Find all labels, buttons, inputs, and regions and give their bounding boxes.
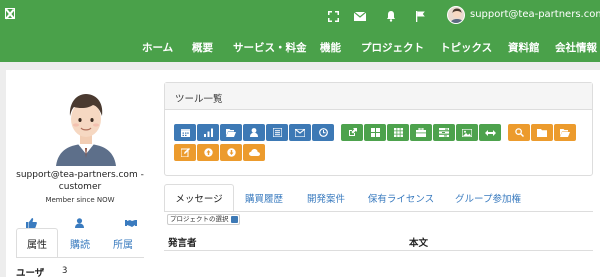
tool-panel: ツール一覧 bbox=[164, 82, 593, 176]
profile-avatar bbox=[46, 86, 126, 166]
list-alt-icon[interactable] bbox=[266, 124, 288, 141]
nav-item-features[interactable]: 機能 bbox=[320, 40, 341, 55]
folder-icon[interactable] bbox=[531, 124, 553, 141]
expand-icon[interactable] bbox=[326, 9, 340, 23]
user-label: ユーザ bbox=[16, 268, 45, 277]
bar-chart-icon[interactable] bbox=[197, 124, 219, 141]
edit-icon[interactable] bbox=[174, 144, 196, 161]
tool-panel-title: ツール一覧 bbox=[175, 94, 223, 105]
cloud-icon[interactable] bbox=[243, 144, 265, 161]
top-header: support@tea-partners.com ホーム 概要 サービス・料金 … bbox=[0, 0, 600, 62]
nav-item-home[interactable]: ホーム bbox=[142, 40, 173, 55]
nav-item-topics[interactable]: トピックス bbox=[440, 40, 492, 55]
main-nav: ホーム 概要 サービス・料金 機能 プロジェクト トピックス 資料館 会社情報 bbox=[0, 40, 600, 56]
tab-affiliations[interactable]: 所属 bbox=[102, 228, 144, 258]
member-since: Member since NOW bbox=[45, 196, 115, 204]
folder-open-icon[interactable] bbox=[554, 124, 576, 141]
picture-icon[interactable] bbox=[456, 124, 478, 141]
arrows-h-icon[interactable] bbox=[479, 124, 501, 141]
th-icon[interactable] bbox=[387, 124, 409, 141]
user-avatar[interactable] bbox=[447, 6, 465, 24]
profile-tabs-divider bbox=[16, 257, 144, 258]
column-header-speaker: 発言者 bbox=[168, 238, 197, 249]
tab-purchase-history[interactable]: 購買履歴 bbox=[236, 184, 292, 212]
tab-group-membership[interactable]: グループ参加権 bbox=[445, 184, 531, 212]
message-tabs: メッセージ 購買履歴 開発案件 保有ライセンス グループ参加権 bbox=[164, 184, 593, 212]
search-icon[interactable] bbox=[508, 124, 530, 141]
nav-item-library[interactable]: 資料館 bbox=[508, 40, 540, 55]
tab-attributes[interactable]: 属性 bbox=[16, 228, 58, 258]
envelope-icon[interactable] bbox=[289, 124, 311, 141]
tab-development-projects[interactable]: 開発案件 bbox=[295, 184, 357, 212]
profile-icon-row bbox=[6, 213, 154, 228]
arrow-circle-down-icon[interactable] bbox=[220, 144, 242, 161]
profile-role: customer bbox=[58, 182, 102, 192]
message-tabs-divider bbox=[164, 211, 593, 212]
column-header-body: 本文 bbox=[409, 238, 429, 249]
calendar-icon[interactable] bbox=[174, 124, 196, 141]
bell-icon[interactable] bbox=[384, 9, 398, 23]
tab-owned-licenses[interactable]: 保有ライセンス bbox=[361, 184, 441, 212]
th-large-icon[interactable] bbox=[364, 124, 386, 141]
user-email-link[interactable]: support@tea-partners.com bbox=[470, 9, 600, 20]
clock-icon[interactable] bbox=[312, 124, 334, 141]
mail-icon[interactable] bbox=[353, 9, 367, 23]
profile-tabs: 属性 購読 所属 bbox=[16, 228, 144, 258]
nav-item-services[interactable]: サービス・料金 bbox=[233, 40, 307, 55]
arrow-circle-up-icon[interactable] bbox=[197, 144, 219, 161]
tab-messages[interactable]: メッセージ bbox=[164, 184, 234, 212]
nav-item-company[interactable]: 会社情報 bbox=[555, 40, 597, 55]
main-panel: support@tea-partners.com - customer Memb… bbox=[6, 70, 600, 277]
profile-email-line: support@tea-partners.com - bbox=[16, 170, 144, 180]
chevron-down-icon bbox=[230, 216, 238, 223]
tool-panel-header: ツール一覧 bbox=[165, 83, 592, 110]
project-select-label: プロジェクトの選択 bbox=[170, 215, 229, 223]
briefcase-icon[interactable] bbox=[410, 124, 432, 141]
external-link-icon[interactable] bbox=[341, 124, 363, 141]
project-select[interactable]: プロジェクトの選択 bbox=[167, 214, 240, 225]
profile-email: support@tea-partners.com - customer bbox=[6, 169, 154, 193]
user-value: 3 bbox=[62, 266, 68, 276]
flag-icon[interactable] bbox=[414, 9, 428, 23]
table-header-divider bbox=[164, 250, 593, 251]
tasks-icon[interactable] bbox=[433, 124, 455, 141]
tab-subscriptions[interactable]: 購読 bbox=[59, 228, 101, 258]
folder-open-icon[interactable] bbox=[220, 124, 242, 141]
user-icon[interactable] bbox=[243, 124, 265, 141]
nav-item-overview[interactable]: 概要 bbox=[192, 40, 213, 55]
nav-item-projects[interactable]: プロジェクト bbox=[361, 40, 424, 55]
